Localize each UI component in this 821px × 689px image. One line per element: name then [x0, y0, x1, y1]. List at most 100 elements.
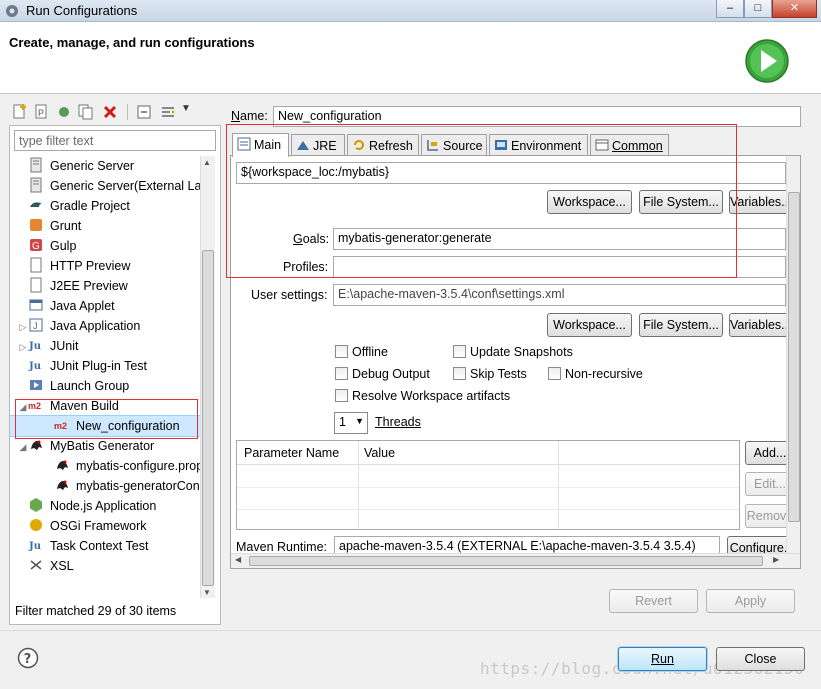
- skip-tests-checkbox[interactable]: Skip Tests: [453, 367, 527, 381]
- tree-item[interactable]: Generic Server: [10, 156, 200, 176]
- filter-input[interactable]: [14, 130, 216, 151]
- tree-scroll-thumb[interactable]: [202, 250, 214, 586]
- config-tree-panel: Generic Server Generic Server(External La…: [9, 125, 221, 625]
- tree-item[interactable]: Ju Task Context Test: [10, 536, 200, 556]
- scroll-down-icon[interactable]: ▼: [203, 588, 211, 597]
- tree-item[interactable]: ◢ MyBatis Generator: [10, 436, 200, 456]
- scroll-left-icon[interactable]: ◀: [235, 555, 241, 564]
- tree-item[interactable]: HTTP Preview: [10, 256, 200, 276]
- tree-item[interactable]: Java Applet: [10, 296, 200, 316]
- tree-item-label: J2EE Preview: [50, 279, 128, 293]
- debug-output-box[interactable]: [335, 367, 348, 380]
- resolve-workspace-box[interactable]: [335, 389, 348, 402]
- svg-text:Ju: Ju: [28, 361, 41, 372]
- pane-scroll-thumb[interactable]: [788, 192, 800, 522]
- close-button[interactable]: Close: [716, 647, 805, 671]
- new-config-icon[interactable]: [11, 103, 29, 121]
- parameter-name-header[interactable]: Parameter Name: [244, 446, 339, 460]
- parameters-table[interactable]: Parameter Name Value: [236, 440, 740, 530]
- settings-workspace-button[interactable]: Workspace...: [547, 313, 632, 337]
- minimize-button[interactable]: –: [716, 0, 744, 18]
- run-button[interactable]: Run: [618, 647, 707, 671]
- filter-icon[interactable]: [159, 103, 177, 121]
- tree-item[interactable]: Grunt: [10, 216, 200, 236]
- maximize-button[interactable]: □: [744, 0, 772, 18]
- update-snapshots-checkbox[interactable]: Update Snapshots: [453, 345, 573, 359]
- value-header[interactable]: Value: [364, 446, 395, 460]
- help-icon[interactable]: ?: [17, 647, 39, 669]
- tree-item-label: mybatis-configure.prop: [76, 459, 200, 473]
- tree-item[interactable]: G Gulp: [10, 236, 200, 256]
- config-tree: Generic Server Generic Server(External La…: [10, 156, 200, 598]
- tab-main[interactable]: Main: [232, 133, 289, 157]
- column-divider: [358, 441, 359, 529]
- user-settings-field[interactable]: E:\apache-maven-3.5.4\conf\settings.xml: [333, 284, 786, 306]
- settings-file-system-button[interactable]: File System...: [639, 313, 723, 337]
- chevron-down-icon[interactable]: ▼: [355, 416, 364, 426]
- settings-variables-button[interactable]: Variables...: [729, 313, 791, 337]
- tree-item-label: Generic Server(External La: [50, 179, 200, 193]
- expand-toggle-icon[interactable]: ▷: [18, 337, 28, 356]
- tree-item[interactable]: OSGi Framework: [10, 516, 200, 536]
- scroll-right-icon[interactable]: ▶: [773, 555, 779, 564]
- java-app-icon: J: [29, 318, 43, 332]
- scroll-up-icon[interactable]: ▲: [203, 158, 211, 167]
- tree-item-label: Java Applet: [50, 299, 115, 313]
- pane-vertical-scrollbar[interactable]: [786, 156, 800, 554]
- skip-tests-box[interactable]: [453, 367, 466, 380]
- tree-item[interactable]: Launch Group: [10, 376, 200, 396]
- resolve-workspace-label: Resolve Workspace artifacts: [352, 389, 511, 403]
- page-icon: [30, 277, 42, 293]
- chevron-down-icon[interactable]: ▼: [181, 103, 191, 114]
- non-recursive-checkbox[interactable]: Non-recursive: [548, 367, 643, 381]
- pane-hscroll-thumb[interactable]: [249, 556, 763, 566]
- threads-select[interactable]: 1 ▼: [334, 412, 368, 434]
- tree-item-label: mybatis-generatorCon: [76, 479, 200, 493]
- pane-horizontal-scrollbar[interactable]: ◀ ▶: [231, 553, 800, 568]
- threads-label: Threads: [375, 415, 421, 429]
- update-snapshots-box[interactable]: [453, 345, 466, 358]
- resolve-workspace-checkbox[interactable]: Resolve Workspace artifacts: [335, 389, 510, 403]
- close-window-button[interactable]: ✕: [772, 0, 817, 18]
- tree-item[interactable]: J2EE Preview: [10, 276, 200, 296]
- tree-item[interactable]: XSL: [10, 556, 200, 576]
- tree-item[interactable]: mybatis-generatorCon: [10, 476, 200, 496]
- maven-highlight-box: [15, 399, 198, 439]
- non-recursive-box[interactable]: [548, 367, 561, 380]
- offline-checkbox[interactable]: Offline: [335, 345, 388, 359]
- apply-button[interactable]: Apply: [706, 589, 795, 613]
- tree-item-label: HTTP Preview: [50, 259, 131, 273]
- tree-item[interactable]: ▷ Ju JUnit: [10, 336, 200, 356]
- new-prototype-icon[interactable]: P: [33, 103, 51, 121]
- expand-toggle-icon[interactable]: ▷: [18, 317, 28, 336]
- delete-icon[interactable]: [101, 103, 119, 121]
- tree-item-label: Gradle Project: [50, 199, 130, 213]
- tree-item[interactable]: Node.js Application: [10, 496, 200, 516]
- collapse-all-icon[interactable]: [135, 103, 153, 121]
- tree-item-label: Node.js Application: [50, 499, 157, 513]
- run-label: Run: [651, 652, 674, 666]
- non-recursive-label: Non-recursive: [565, 367, 643, 381]
- tree-item[interactable]: ▷ J Java Application: [10, 316, 200, 336]
- tree-item[interactable]: Gradle Project: [10, 196, 200, 216]
- tree-item[interactable]: Ju JUnit Plug-in Test: [10, 356, 200, 376]
- link-prototype-icon[interactable]: [55, 103, 73, 121]
- variables-button[interactable]: Variables...: [729, 190, 791, 214]
- expand-toggle-icon[interactable]: ◢: [18, 437, 28, 456]
- duplicate-icon[interactable]: [77, 103, 95, 121]
- tree-item-label: Launch Group: [50, 379, 130, 393]
- tree-item[interactable]: Generic Server(External La: [10, 176, 200, 196]
- revert-button[interactable]: Revert: [609, 589, 698, 613]
- page-icon: [30, 257, 42, 273]
- tree-item[interactable]: mybatis-configure.prop: [10, 456, 200, 476]
- debug-output-checkbox[interactable]: Debug Output: [335, 367, 430, 381]
- debug-output-label: Debug Output: [352, 367, 430, 381]
- launch-group-icon: [30, 380, 42, 390]
- offline-box[interactable]: [335, 345, 348, 358]
- name-label: Name:: [231, 109, 268, 123]
- gulp-icon: G: [30, 239, 42, 252]
- skip-tests-label: Skip Tests: [470, 367, 527, 381]
- svg-text:?: ?: [24, 652, 32, 667]
- tree-scrollbar[interactable]: ▲ ▼: [200, 156, 215, 598]
- xsl-icon: [30, 560, 42, 570]
